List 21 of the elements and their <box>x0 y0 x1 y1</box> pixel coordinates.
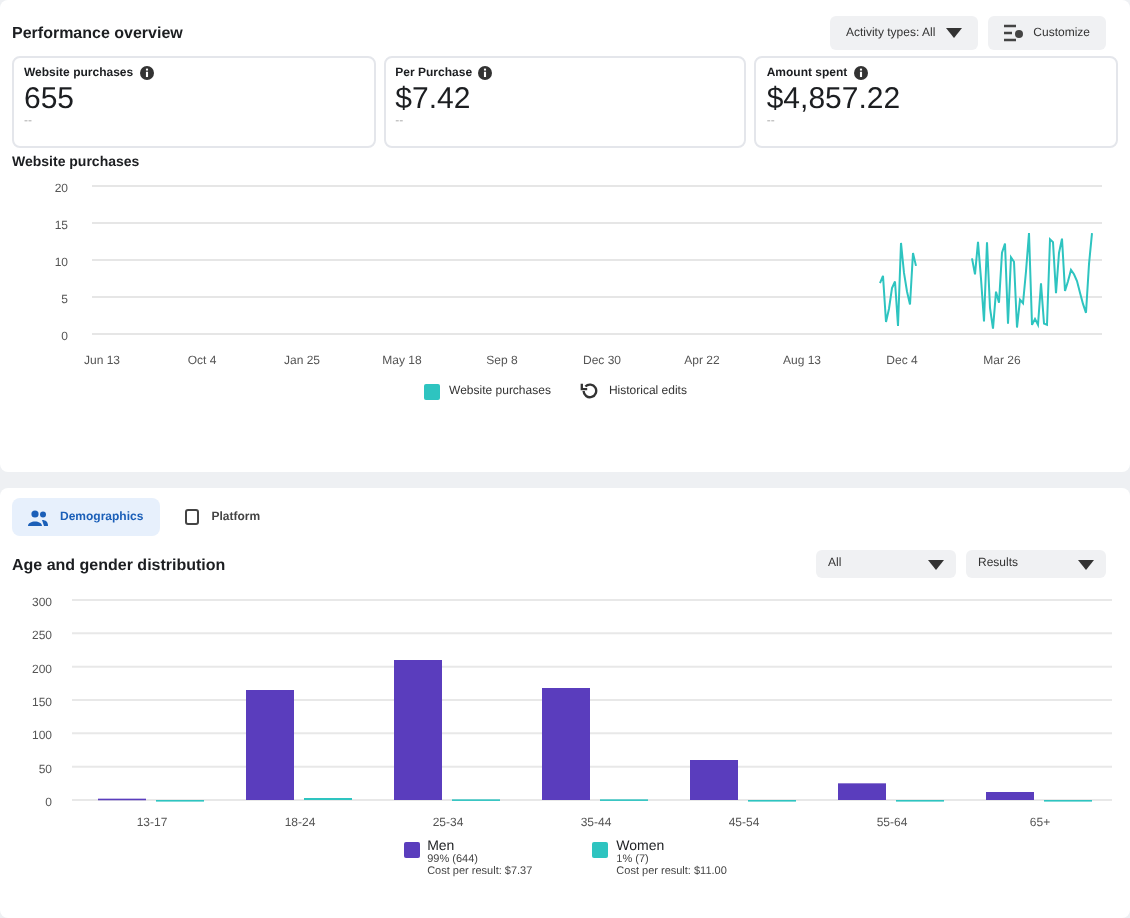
section-title: Performance overview <box>12 24 183 42</box>
bar <box>394 660 442 800</box>
bar <box>838 783 886 800</box>
device-icon <box>183 508 200 526</box>
people-icon <box>28 509 48 525</box>
settings-icon <box>1003 24 1024 42</box>
section-title: Age and gender distribution <box>12 555 226 573</box>
caret-icon <box>945 28 962 38</box>
metric-value: 655 <box>24 82 77 116</box>
bar <box>542 688 590 800</box>
metric-value: $7.42 <box>395 82 473 116</box>
history-icon <box>580 382 599 400</box>
caret-icon <box>1078 559 1094 569</box>
bar <box>986 792 1034 800</box>
metric-value: $4,857.22 <box>766 82 903 116</box>
caret-icon <box>928 559 944 569</box>
info-icon <box>139 66 154 80</box>
bar <box>246 690 294 800</box>
info-icon <box>478 66 493 80</box>
info-icon <box>853 66 868 80</box>
bar <box>690 760 738 800</box>
